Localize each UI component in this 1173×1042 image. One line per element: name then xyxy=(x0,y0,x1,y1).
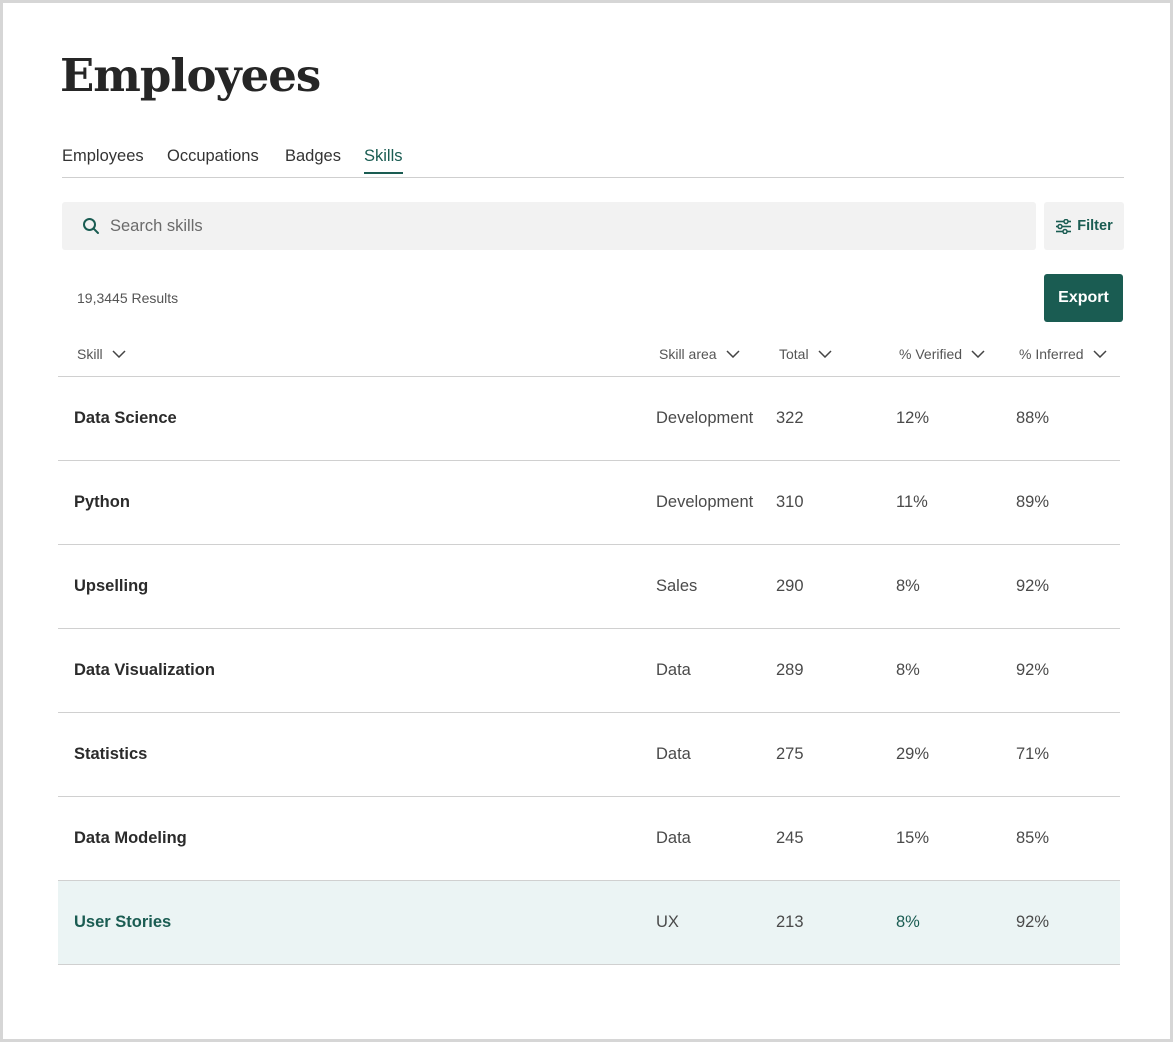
column-header-skill-area[interactable]: Skill area xyxy=(659,346,740,362)
search-icon xyxy=(83,218,99,234)
cell-skill: Upselling xyxy=(74,577,149,595)
tab-badges[interactable]: Badges xyxy=(285,147,341,172)
cell-verified: 29% xyxy=(896,745,930,763)
tab-occupations[interactable]: Occupations xyxy=(167,147,259,172)
cell-total: 289 xyxy=(776,661,804,679)
column-header-label: Total xyxy=(779,346,809,362)
cell-skill-area: Data xyxy=(656,829,691,847)
cell-total: 275 xyxy=(776,745,804,763)
cell-inferred: 92% xyxy=(1016,577,1050,595)
filter-button[interactable]: Filter xyxy=(1044,202,1124,250)
chevron-down-icon xyxy=(112,350,126,358)
column-header-skill[interactable]: Skill xyxy=(77,346,126,362)
cell-inferred: 92% xyxy=(1016,913,1050,931)
column-header-inferred[interactable]: % Inferred xyxy=(1019,346,1107,362)
cell-skill: User Stories xyxy=(74,913,172,931)
cell-inferred: 71% xyxy=(1016,745,1050,763)
chevron-down-icon xyxy=(1093,350,1107,358)
cell-total: 213 xyxy=(776,913,804,931)
cell-skill: Python xyxy=(74,493,130,511)
column-header-label: Skill area xyxy=(659,346,717,362)
table-row[interactable]: Upselling Sales 290 8% 92% xyxy=(58,545,1120,629)
cell-inferred: 89% xyxy=(1016,493,1050,511)
cell-verified: 8% xyxy=(896,661,920,679)
cell-verified: 8% xyxy=(896,577,920,595)
page-frame: Employees Employees Occupations Badges S… xyxy=(0,0,1173,1042)
cell-skill: Data Modeling xyxy=(74,829,187,847)
cell-verified: 12% xyxy=(896,409,930,427)
chevron-down-icon xyxy=(818,350,832,358)
cell-skill: Statistics xyxy=(74,745,148,763)
cell-total: 290 xyxy=(776,577,804,595)
cell-inferred: 85% xyxy=(1016,829,1050,847)
column-header-label: Skill xyxy=(77,346,103,362)
cell-skill-area: Sales xyxy=(656,577,698,595)
cell-skill: Data Visualization xyxy=(74,661,215,679)
column-header-label: % Verified xyxy=(899,346,963,362)
cell-total: 245 xyxy=(776,829,804,847)
cell-total: 322 xyxy=(776,409,804,427)
table-row[interactable]: Data Modeling Data 245 15% 85% xyxy=(58,797,1120,881)
filter-label: Filter xyxy=(1077,218,1113,234)
cell-skill-area: Development xyxy=(656,409,754,427)
column-header-total[interactable]: Total xyxy=(779,346,832,362)
table-row[interactable]: Statistics Data 275 29% 71% xyxy=(58,713,1120,797)
results-count: 19,3445 Results xyxy=(77,290,179,306)
search-bar xyxy=(62,202,1036,250)
table-body: Data Science Development 322 12% 88% Pyt… xyxy=(58,377,1120,965)
tab-employees[interactable]: Employees xyxy=(62,147,144,172)
cell-inferred: 92% xyxy=(1016,661,1050,679)
cell-skill-area: Data xyxy=(656,661,691,679)
table-row[interactable]: Data Science Development 322 12% 88% xyxy=(58,377,1120,461)
column-header-label: % Inferred xyxy=(1019,346,1084,362)
table-header: Skill Skill area Total % Verified % Infe… xyxy=(58,333,1120,377)
chevron-down-icon xyxy=(726,350,740,358)
table-row[interactable]: Python Development 310 11% 89% xyxy=(58,461,1120,545)
cell-skill-area: UX xyxy=(656,913,679,931)
column-header-verified[interactable]: % Verified xyxy=(899,346,985,362)
tab-bar: Employees Occupations Badges Skills xyxy=(62,143,1124,178)
chevron-down-icon xyxy=(971,350,985,358)
cell-inferred: 88% xyxy=(1016,409,1050,427)
table-row-highlighted[interactable]: User Stories UX 213 8% 92% xyxy=(58,881,1120,965)
cell-verified: 15% xyxy=(896,829,930,847)
cell-skill-area: Data xyxy=(656,745,691,763)
page-title: Employees xyxy=(60,49,321,102)
table-row[interactable]: Data Visualization Data 289 8% 92% xyxy=(58,629,1120,713)
search-input[interactable] xyxy=(110,202,1010,250)
cell-skill: Data Science xyxy=(74,409,177,427)
cell-skill-area: Development xyxy=(656,493,754,511)
cell-verified: 8% xyxy=(896,913,920,931)
export-button[interactable]: Export xyxy=(1044,274,1123,322)
tab-skills[interactable]: Skills xyxy=(364,147,403,174)
sliders-icon xyxy=(1056,218,1072,234)
cell-total: 310 xyxy=(776,493,804,511)
cell-verified: 11% xyxy=(896,493,928,511)
